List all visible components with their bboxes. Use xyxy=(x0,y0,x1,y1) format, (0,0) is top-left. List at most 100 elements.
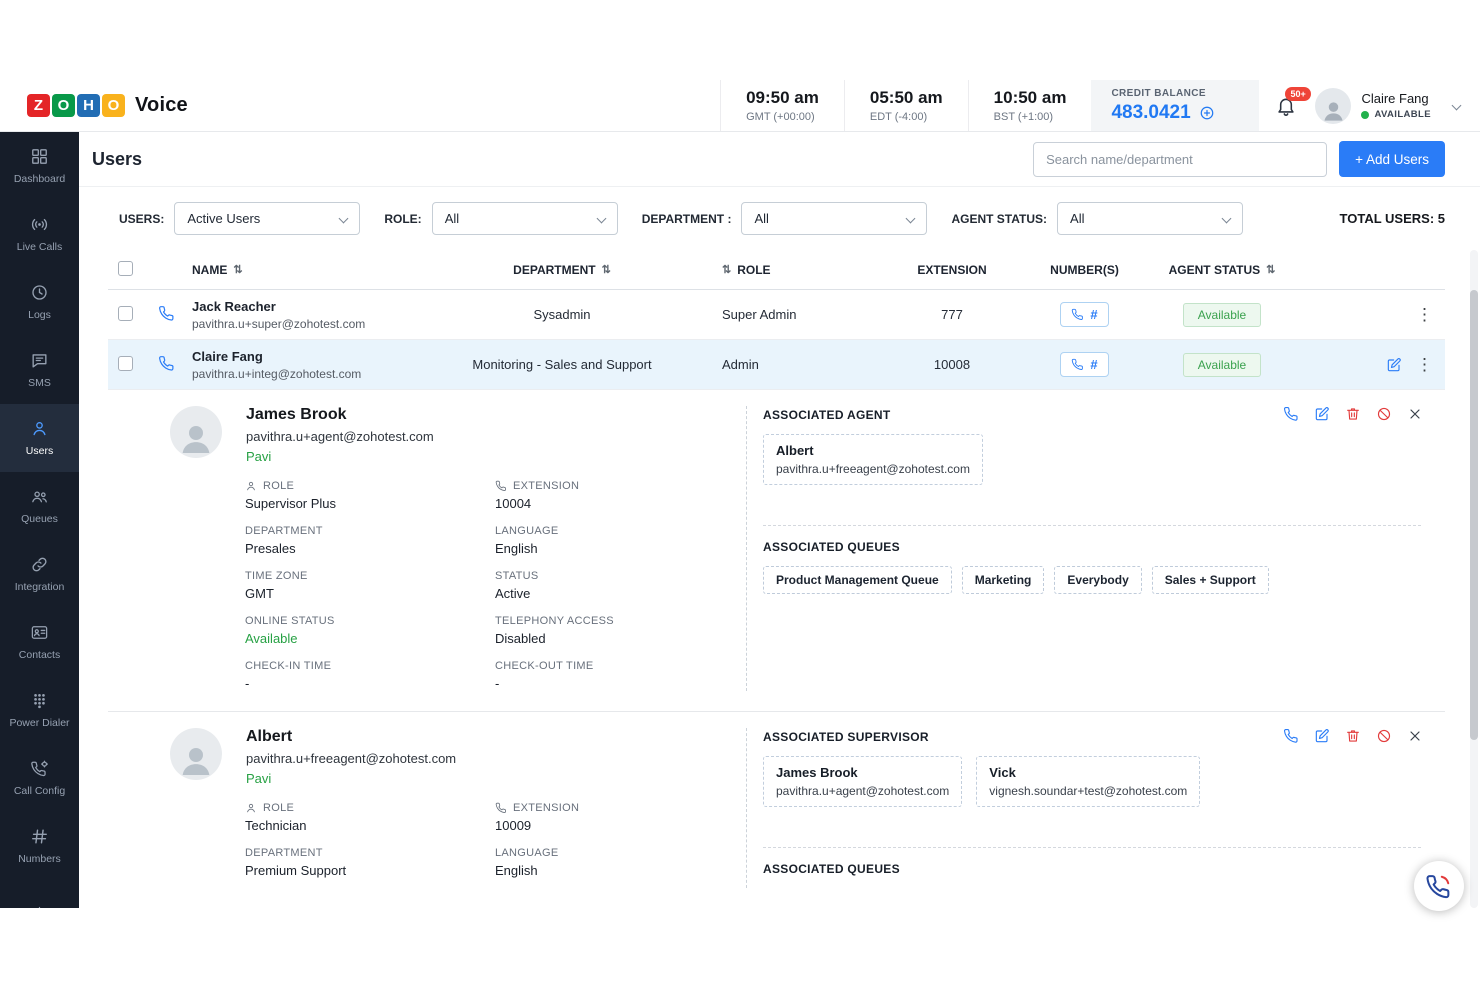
select-all-checkbox[interactable] xyxy=(118,261,133,276)
associated-person-chip[interactable]: Albertpavithra.u+freeagent@zohotest.com xyxy=(763,434,983,485)
close-card-icon[interactable] xyxy=(1407,728,1423,744)
sidebar-item-dashboard[interactable]: Dashboard xyxy=(0,132,79,200)
edit-user-icon[interactable] xyxy=(1386,357,1402,373)
table-row[interactable]: Claire Fangpavithra.u+integ@zohotest.com… xyxy=(108,340,1445,390)
add-credit-icon[interactable] xyxy=(1199,105,1215,121)
edit-user-icon[interactable] xyxy=(1314,406,1330,422)
user-menu[interactable]: Claire Fang AVAILABLE xyxy=(1361,91,1431,120)
field-label: STATUS xyxy=(495,570,539,582)
queue-chip[interactable]: Marketing xyxy=(962,566,1045,594)
block-user-icon[interactable] xyxy=(1376,728,1392,744)
column-header[interactable]: NAME xyxy=(192,263,227,277)
sidebar-item-label: Call Config xyxy=(14,785,65,797)
zoho-logo-letter: O xyxy=(102,94,125,117)
sort-icon[interactable]: ⇅ xyxy=(602,263,611,276)
sidebar-item-label: Contacts xyxy=(19,649,60,661)
column-header[interactable]: NUMBER(S) xyxy=(1050,263,1119,277)
dialer-icon xyxy=(30,691,49,710)
user-icon xyxy=(30,419,49,438)
numbers-button[interactable]: # xyxy=(1060,302,1108,327)
close-card-icon[interactable] xyxy=(1407,406,1423,422)
clock-time: 09:50 am xyxy=(746,88,819,108)
call-widget-button[interactable] xyxy=(1414,861,1464,911)
queue-chip[interactable]: Product Management Queue xyxy=(763,566,952,594)
clock: 10:50 amBST (+1:00) xyxy=(968,80,1092,131)
agent-status-select[interactable]: All xyxy=(1057,202,1243,235)
app-shell: DashboardLive CallsLogs SMS Users QueuesInt… xyxy=(0,132,1480,908)
column-header[interactable]: EXTENSION xyxy=(917,263,986,277)
card-user-name: Albert xyxy=(246,728,456,746)
sort-icon[interactable]: ⇅ xyxy=(233,263,242,276)
table-row[interactable]: Jack Reacherpavithra.u+super@zohotest.co… xyxy=(108,290,1445,340)
user-extension: 777 xyxy=(882,307,1022,322)
sidebar-item-settings[interactable] xyxy=(0,880,79,908)
sort-icon[interactable]: ⇅ xyxy=(722,263,731,276)
queue-chip[interactable]: Sales + Support xyxy=(1152,566,1269,594)
product-name: Voice xyxy=(135,94,188,117)
edit-user-icon[interactable] xyxy=(1314,728,1330,744)
sidebar-item-power-dialer[interactable]: Power Dialer xyxy=(0,676,79,744)
sidebar-item-logs[interactable]: Logs xyxy=(0,268,79,336)
numbers-button[interactable]: # xyxy=(1060,352,1108,377)
associated-queues-title: ASSOCIATED QUEUES xyxy=(763,540,1421,554)
field-label: ROLE xyxy=(263,480,294,492)
sidebar-item-live-calls[interactable]: Live Calls xyxy=(0,200,79,268)
associated-person-chip[interactable]: James Brookpavithra.u+agent@zohotest.com xyxy=(763,756,962,807)
person-icon xyxy=(245,802,257,814)
phone-icon xyxy=(1071,358,1084,371)
user-status-label: AVAILABLE xyxy=(1374,109,1431,120)
user-avatar[interactable] xyxy=(1315,88,1351,124)
delete-user-icon[interactable] xyxy=(1345,728,1361,744)
department-select[interactable]: All xyxy=(741,202,927,235)
field-value: Technician xyxy=(245,818,495,833)
row-checkbox[interactable] xyxy=(118,356,133,371)
queue-chip[interactable]: Everybody xyxy=(1054,566,1141,594)
history-icon xyxy=(30,283,49,302)
filter-value: All xyxy=(445,211,459,226)
phone-icon xyxy=(495,802,507,814)
user-name: Claire Fang xyxy=(1361,91,1431,106)
call-icon[interactable] xyxy=(158,305,175,322)
call-user-icon[interactable] xyxy=(1283,728,1299,744)
column-header[interactable]: ROLE xyxy=(737,263,770,277)
sidebar-item-integration[interactable]: Integration xyxy=(0,540,79,608)
zoho-logo: ZOHO xyxy=(27,94,125,117)
call-user-icon[interactable] xyxy=(1283,406,1299,422)
block-user-icon[interactable] xyxy=(1376,406,1392,422)
sidebar-item-contacts[interactable]: Contacts xyxy=(0,608,79,676)
column-header[interactable]: AGENT STATUS xyxy=(1169,263,1261,277)
search-input[interactable] xyxy=(1033,142,1327,177)
sidebar-item-queues[interactable]: Queues xyxy=(0,472,79,540)
row-checkbox[interactable] xyxy=(118,306,133,321)
field-value: - xyxy=(495,676,745,691)
sort-icon[interactable]: ⇅ xyxy=(1266,263,1275,276)
clock-time: 10:50 am xyxy=(994,88,1067,108)
kebab-menu-icon[interactable]: ⋮ xyxy=(1416,306,1433,323)
sidebar-item-sms[interactable]: SMS xyxy=(0,336,79,404)
expanded-user-card: James Brookpavithra.u+agent@zohotest.com… xyxy=(108,390,1445,712)
zoho-logo-letter: Z xyxy=(27,94,50,117)
brand[interactable]: ZOHO Voice xyxy=(27,94,188,117)
sidebar-item-call-config[interactable]: Call Config xyxy=(0,744,79,812)
org-link[interactable]: Pavi xyxy=(246,771,456,786)
page-header: Users + Add Users xyxy=(79,132,1480,187)
sidebar-item-numbers[interactable]: Numbers xyxy=(0,812,79,880)
user-menu-chevron-icon[interactable] xyxy=(1452,101,1462,111)
scrollbar[interactable] xyxy=(1470,250,1478,908)
add-users-button[interactable]: + Add Users xyxy=(1339,141,1445,177)
sidebar-item-label: Users xyxy=(26,445,53,457)
call-icon[interactable] xyxy=(158,355,175,372)
users-select[interactable]: Active Users xyxy=(174,202,360,235)
role-filter: ROLE:All xyxy=(384,202,617,235)
scrollbar-thumb[interactable] xyxy=(1470,290,1478,740)
org-link[interactable]: Pavi xyxy=(246,449,434,464)
notifications-button[interactable]: 50+ xyxy=(1275,95,1297,117)
field-value: Supervisor Plus xyxy=(245,496,495,511)
associated-person-chip[interactable]: Vickvignesh.soundar+test@zohotest.com xyxy=(976,756,1200,807)
sidebar-item-label: SMS xyxy=(28,377,51,389)
kebab-menu-icon[interactable]: ⋮ xyxy=(1416,356,1433,373)
delete-user-icon[interactable] xyxy=(1345,406,1361,422)
sidebar-item-users[interactable]: Users xyxy=(0,404,79,472)
role-select[interactable]: All xyxy=(432,202,618,235)
column-header[interactable]: DEPARTMENT xyxy=(513,263,595,277)
